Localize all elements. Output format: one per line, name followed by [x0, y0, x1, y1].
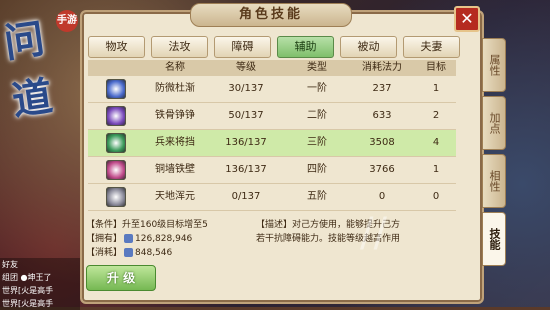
- chat-line: 世界[火是高手: [0, 297, 80, 310]
- skill-name: 铜墙铁壁: [155, 164, 195, 175]
- skill-icon-white: [106, 187, 126, 207]
- table-header: 名称 等级 类型 消耗法力 目标: [88, 60, 456, 76]
- skill-name: 铁骨铮铮: [155, 110, 195, 121]
- dialog-title: 角色技能: [190, 3, 352, 27]
- skill-name: 天地浑元: [155, 191, 195, 202]
- tab-couple[interactable]: 夫妻: [403, 36, 460, 58]
- bag-icon: [124, 234, 134, 243]
- description-line: 若干抗障碍能力。技能等级越高作用: [256, 234, 401, 244]
- consume-label: 【消耗】: [86, 248, 123, 258]
- table-row[interactable]: 铜墙铁壁 136/137 四阶 3766 1: [88, 157, 456, 184]
- chat-line: 组团 ●坤王了: [0, 271, 80, 284]
- watermark: //: [360, 210, 387, 256]
- skill-table: 名称 等级 类型 消耗法力 目标 防微杜渐 30/137 一阶 237 1 铁骨铮铮 50/…: [88, 60, 456, 211]
- tab-obstacle[interactable]: 障碍: [214, 36, 271, 58]
- tab-passive[interactable]: 被动: [340, 36, 397, 58]
- table-row[interactable]: 防微杜渐 30/137 一阶 237 1: [88, 76, 456, 103]
- upgrade-button[interactable]: 升 级: [86, 265, 156, 291]
- side-tabs: 属性 加点 相性 技能: [482, 38, 506, 270]
- skill-level: 136/137: [225, 164, 267, 175]
- close-button[interactable]: ✕: [454, 6, 480, 32]
- skill-category-tabs: 物攻 法攻 障碍 辅助 被动 夫妻: [88, 36, 460, 58]
- skill-icon-pink: [106, 160, 126, 180]
- chat-panel[interactable]: 好友 组团 ●坤王了 世界[火是高手 世界[火是高手: [0, 258, 80, 310]
- bag-icon: [124, 248, 134, 257]
- tab-magic[interactable]: 法攻: [151, 36, 208, 58]
- tab-support[interactable]: 辅助: [277, 36, 334, 58]
- skill-icon-cell: [88, 130, 144, 156]
- header-cost: 消耗法力: [362, 62, 402, 73]
- skill-cost: 633: [372, 110, 392, 121]
- skill-level: 50/137: [228, 110, 264, 121]
- skill-icon-cell: [88, 103, 144, 129]
- table-row[interactable]: 天地浑元 0/137 五阶 0 0: [88, 184, 456, 211]
- side-tab-skills[interactable]: 技能: [482, 212, 506, 266]
- skill-target: 2: [432, 110, 440, 121]
- header-name: 名称: [165, 62, 185, 73]
- side-tab-affinity[interactable]: 相性: [482, 154, 506, 208]
- skill-icon-cell: [88, 157, 144, 183]
- skill-level: 136/137: [225, 137, 267, 148]
- skill-target: 4: [432, 137, 440, 148]
- consume-value: 848,546: [135, 248, 173, 258]
- skill-name: 兵来将挡: [155, 137, 195, 148]
- skill-type: 一阶: [307, 83, 327, 94]
- skill-target: 1: [432, 164, 440, 175]
- header-type: 类型: [307, 62, 327, 73]
- info-block: 【条件】升至160级目标增至5 【拥有】 126,828,946 【消耗】 848,…: [86, 218, 208, 260]
- skill-type: 三阶: [307, 137, 327, 148]
- owned-label: 【拥有】: [86, 234, 123, 244]
- skill-icon-cell: [88, 184, 144, 210]
- skill-icon-blue: [106, 79, 126, 99]
- owned-value: 126,828,946: [135, 234, 193, 244]
- skill-icon-green: [106, 133, 126, 153]
- logo-badge: 手游: [56, 10, 78, 32]
- skill-level: 30/137: [228, 83, 264, 94]
- skill-cost: 3766: [369, 164, 395, 175]
- skill-target: 0: [432, 191, 440, 202]
- header-level: 等级: [236, 62, 256, 73]
- skill-type: 二阶: [307, 110, 327, 121]
- skill-level: 0/137: [231, 191, 261, 202]
- tab-physical[interactable]: 物攻: [88, 36, 145, 58]
- side-tab-attributes[interactable]: 属性: [482, 38, 506, 92]
- chat-line: 世界[火是高手: [0, 284, 80, 297]
- skill-cost: 237: [372, 83, 392, 94]
- skill-cost: 0: [378, 191, 386, 202]
- header-target: 目标: [426, 62, 446, 73]
- upgrade-condition: 【条件】升至160级目标增至5: [86, 220, 208, 230]
- skill-icon-cell: [88, 76, 144, 102]
- side-tab-points[interactable]: 加点: [482, 96, 506, 150]
- chat-line: 好友: [0, 258, 80, 271]
- skill-name: 防微杜渐: [155, 83, 195, 94]
- table-row[interactable]: 铁骨铮铮 50/137 二阶 633 2: [88, 103, 456, 130]
- skill-type: 四阶: [307, 164, 327, 175]
- table-row[interactable]: 兵来将挡 136/137 三阶 3508 4: [88, 130, 456, 157]
- skill-description: 【描述】对己方使用，能够提升己方 若干抗障碍能力。技能等级越高作用: [256, 218, 456, 246]
- skill-type: 五阶: [307, 191, 327, 202]
- description-line: 【描述】对己方使用，能够提升己方: [256, 220, 401, 230]
- skill-target: 1: [432, 83, 440, 94]
- skill-cost: 3508: [369, 137, 395, 148]
- skill-icon-purple: [106, 106, 126, 126]
